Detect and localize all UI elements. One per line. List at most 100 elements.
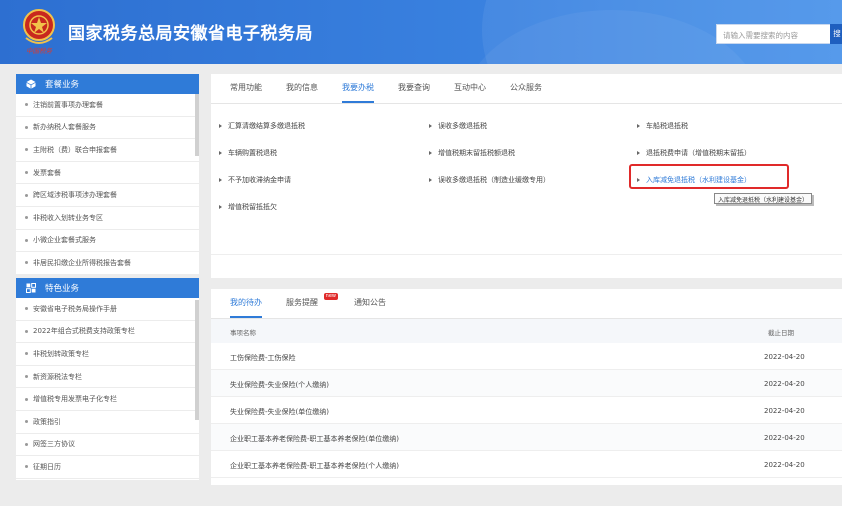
todo-item-date: 2022-04-20 — [764, 353, 805, 361]
bullet-dot — [25, 103, 28, 107]
sidebar-item-label: 非税收入划转业务专区 — [33, 213, 103, 222]
todo-tab-label: 服务提醒 — [286, 298, 318, 307]
emblem-text: 中国税务 — [26, 47, 53, 55]
service-link[interactable]: 汇算清缴结算多缴退抵税 — [219, 121, 305, 131]
sidebar-item-label: 主附税（费）联合申报套餐 — [33, 145, 117, 154]
todo-item-name[interactable]: 失业保险费-失业保险(个人缴纳) — [230, 380, 329, 390]
sidebar-item-label: 新资源税法专栏 — [33, 372, 82, 381]
todo-header-row: 事项名称 截止日期 — [211, 319, 842, 343]
service-link-label: 车船税退抵税 — [646, 122, 688, 130]
triangle-right-icon — [219, 151, 222, 155]
package-business-title: 套餐业务 — [45, 80, 80, 90]
todo-tabs: 我的待办 服务提醒 new 通知公告 — [211, 289, 842, 319]
triangle-right-icon — [219, 178, 222, 182]
sidebar-item[interactable]: 征期日历 — [16, 456, 199, 479]
todo-row[interactable]: 企业职工基本养老保险费-职工基本养老保险(个人缴纳) 2022-04-20 — [211, 451, 842, 478]
todo-row[interactable]: 失业保险费-失业保险(单位缴纳) 2022-04-20 — [211, 397, 842, 424]
sidebar-item-label: 非税划转政策专栏 — [33, 349, 89, 358]
todo-item-date: 2022-04-20 — [764, 461, 805, 469]
bullet-dot — [25, 307, 28, 311]
services-tab[interactable]: 互动中心 — [454, 74, 486, 103]
sidebar-item-label: 征期日历 — [33, 462, 61, 471]
sidebar-item[interactable]: 非税收入划转业务专区 — [16, 207, 199, 230]
sidebar-item[interactable]: 非税划转政策专栏 — [16, 343, 199, 366]
sidebar-item[interactable]: 跨区域涉税事项涉办理套餐 — [16, 184, 199, 207]
bullet-dot — [25, 420, 28, 424]
service-link[interactable]: 增值税留抵抵欠 — [219, 202, 277, 212]
bullet-dot — [25, 125, 28, 129]
services-tab[interactable]: 我要办税 — [342, 74, 374, 103]
services-tab[interactable]: 我要查询 — [398, 74, 430, 103]
special-business-panel: 特色业务 安徽省电子税务局操作手册 2022年组合式税费支持政策专栏非税划转政策专… — [16, 278, 199, 480]
col-name-header: 事项名称 — [230, 329, 256, 337]
service-link[interactable]: 误收多缴退抵税 — [429, 121, 487, 131]
todo-tab[interactable]: 通知公告 — [354, 289, 386, 318]
service-link-label: 退抵税费申请（增值税期末留抵） — [646, 149, 751, 157]
service-link[interactable]: 不予加收滞纳金申请 — [219, 175, 291, 185]
cube-icon — [26, 79, 36, 89]
triangle-right-icon — [637, 124, 640, 128]
triangle-right-icon — [429, 178, 432, 182]
sidebar-item[interactable]: 增值税专用发票电子化专栏 — [16, 388, 199, 411]
service-link[interactable]: 误收多缴退抵税（制造业缓缴专用） — [429, 175, 550, 185]
sidebar-item-label: 小微企业套餐式服务 — [33, 236, 96, 245]
special-scrollbar[interactable] — [195, 300, 199, 420]
tax-emblem-icon[interactable]: 中国税务 — [20, 8, 58, 56]
todo-item-name[interactable]: 企业职工基本养老保险费-职工基本养老保险(单位缴纳) — [230, 434, 399, 444]
todo-item-name[interactable]: 工伤保险费-工伤保险 — [230, 353, 296, 363]
highlight-annotation — [629, 164, 789, 189]
package-scrollbar[interactable] — [195, 94, 199, 156]
grid-icon — [26, 283, 36, 293]
service-link[interactable]: 退抵税费申请（增值税期末留抵） — [637, 148, 751, 158]
bullet-dot — [25, 352, 28, 356]
service-link-label: 增值税期末留抵税额退税 — [438, 149, 515, 157]
service-link[interactable]: 车辆购置税退税 — [219, 148, 277, 158]
todo-tab[interactable]: 服务提醒 new — [286, 289, 338, 318]
search-input[interactable]: 请输入需要搜索的内容 — [716, 24, 832, 44]
service-link-label: 误收多缴退抵税（制造业缓缴专用） — [438, 176, 550, 184]
sidebar-item[interactable]: 网签三方协议 — [16, 434, 199, 457]
todo-panel: 我的待办 服务提醒 new 通知公告 事项名称 截止日期 工伤保险费-工伤保险 2022… — [211, 289, 842, 485]
bullet-dot — [25, 329, 28, 333]
sidebar-item[interactable]: 安徽省电子税务局操作手册 — [16, 298, 199, 321]
sidebar-item-label: 非居民扣缴企业所得税报告套餐 — [33, 258, 131, 267]
search-button[interactable]: 搜 — [830, 24, 842, 44]
todo-row[interactable]: 企业职工基本养老保险费-职工基本养老保险(单位缴纳) 2022-04-20 — [211, 424, 842, 451]
todo-item-name[interactable]: 失业保险费-失业保险(单位缴纳) — [230, 407, 329, 417]
service-link[interactable]: 增值税期末留抵税额退税 — [429, 148, 515, 158]
col-date-header: 截止日期 — [768, 329, 794, 337]
services-tab[interactable]: 我的信息 — [286, 74, 318, 103]
new-badge: new — [323, 293, 338, 300]
todo-item-date: 2022-04-20 — [764, 380, 805, 388]
sidebar-item[interactable]: 新资源税法专栏 — [16, 366, 199, 389]
sidebar-item-label: 发票套餐 — [33, 168, 61, 177]
special-business-header[interactable]: 特色业务 — [16, 278, 199, 298]
sidebar-item[interactable]: 小微企业套餐式服务 — [16, 230, 199, 253]
site-title[interactable]: 国家税务总局安徽省电子税务局 — [68, 19, 313, 44]
service-link[interactable]: 车船税退抵税 — [637, 121, 688, 131]
package-business-header[interactable]: 套餐业务 — [16, 74, 199, 94]
sidebar-item[interactable]: 2022年组合式税费支持政策专栏 — [16, 321, 199, 344]
bullet-dot — [25, 238, 28, 242]
sidebar-item[interactable]: 主附税（费）联合申报套餐 — [16, 139, 199, 162]
sidebar-item[interactable]: 新办纳税人套餐服务 — [16, 117, 199, 140]
special-business-title: 特色业务 — [45, 284, 80, 294]
services-tab[interactable]: 常用功能 — [230, 74, 262, 103]
sidebar-item[interactable]: 注销前置事项办理套餐 — [16, 94, 199, 117]
sidebar-item-label: 注销前置事项办理套餐 — [33, 100, 103, 109]
todo-item-date: 2022-04-20 — [764, 407, 805, 415]
todo-row[interactable]: 工伤保险费-工伤保险 2022-04-20 — [211, 343, 842, 370]
triangle-right-icon — [637, 151, 640, 155]
todo-item-name[interactable]: 企业职工基本养老保险费-职工基本养老保险(个人缴纳) — [230, 461, 399, 471]
sidebar-item-label: 新办纳税人套餐服务 — [33, 123, 96, 132]
bullet-dot — [25, 261, 28, 265]
bullet-dot — [25, 193, 28, 197]
sidebar-item[interactable]: 发票套餐 — [16, 162, 199, 185]
services-tab[interactable]: 公众服务 — [510, 74, 542, 103]
todo-tab-label: 通知公告 — [354, 298, 386, 307]
service-link-label: 汇算清缴结算多缴退抵税 — [228, 122, 305, 130]
sidebar-item[interactable]: 非居民扣缴企业所得税报告套餐 — [16, 252, 199, 275]
todo-tab[interactable]: 我的待办 — [230, 289, 262, 318]
todo-row[interactable]: 失业保险费-失业保险(个人缴纳) 2022-04-20 — [211, 370, 842, 397]
sidebar-item[interactable]: 政策指引 — [16, 411, 199, 434]
